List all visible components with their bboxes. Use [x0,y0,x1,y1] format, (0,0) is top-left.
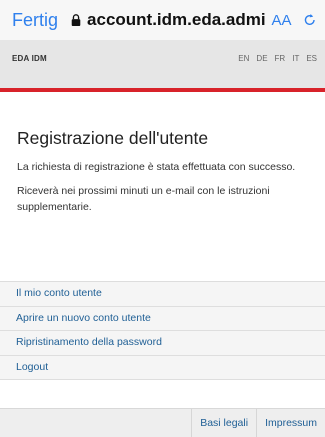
nav-new-account[interactable]: Aprire un nuovo conto utente [0,306,325,331]
lang-it[interactable]: IT [292,54,299,63]
lang-en[interactable]: EN [238,54,249,63]
main-content: Registrazione dell'utente La richiesta d… [0,92,325,215]
nav-password-reset[interactable]: Ripristinamento della password [0,331,325,356]
lang-de[interactable]: DE [256,54,267,63]
url-field[interactable]: account.idm.eda.admin. [87,10,266,30]
footer: Basi legali Impressum [0,408,325,437]
lang-es[interactable]: ES [306,54,317,63]
done-button[interactable]: Fertig [12,10,58,31]
lang-fr[interactable]: FR [275,54,286,63]
browser-toolbar: Fertig account.idm.eda.admin. AA [0,0,325,40]
language-switcher: EN DE FR IT ES [238,54,317,63]
nav-logout[interactable]: Logout [0,355,325,380]
footer-legal-link[interactable]: Basi legali [191,409,256,437]
site-header: EDA IDM EN DE FR IT ES [0,40,325,88]
account-nav: Il mio conto utente Aprire un nuovo cont… [0,281,325,380]
success-message: La richiesta di registrazione è stata ef… [17,161,296,173]
text-size-button[interactable]: AA [272,12,292,29]
reload-icon[interactable] [302,11,317,29]
instructions-message: Riceverà nei prossimi minuti un e-mail c… [17,185,270,213]
lock-icon [71,14,81,27]
site-brand[interactable]: EDA IDM [12,54,47,63]
page-title: Registrazione dell'utente [17,128,209,148]
footer-impressum-link[interactable]: Impressum [256,409,325,437]
nav-my-account[interactable]: Il mio conto utente [0,282,325,307]
